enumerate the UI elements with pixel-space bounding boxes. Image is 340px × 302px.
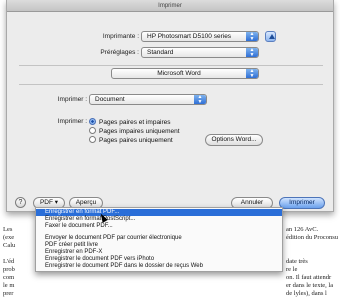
menu-item-save-postscript[interactable]: Enregistrer en format PostScript... [36, 216, 282, 223]
pdf-dropdown-menu: Enregistrer en format PDF... Enregistrer… [35, 207, 283, 272]
radio-selected-icon [89, 118, 96, 125]
doc-left-line: Calu [3, 242, 16, 249]
doc-left-line: L'éd [3, 258, 15, 265]
doc-right-line: on. Il faut attendr [286, 274, 332, 281]
printer-popup-value: HP Photosmart D5100 series [147, 33, 232, 40]
doc-left-line: (exe [3, 234, 15, 241]
radio-label: Pages paires et impaires [99, 119, 171, 126]
word-options-button[interactable]: Options Word... [205, 134, 263, 146]
doc-left-line: prob [3, 266, 15, 273]
doc-left-line: prer [3, 290, 14, 297]
radio-icon [89, 136, 96, 143]
menu-item-email-pdf[interactable]: Envoyer le document PDF par courrier éle… [36, 235, 282, 242]
app-settings-popup[interactable]: Microsoft Word ▲ ▼ [111, 68, 259, 79]
doc-right-line: er dans le texte, la [286, 282, 334, 289]
presets-popup[interactable]: Standard ▲ ▼ [141, 47, 259, 58]
presets-label: Préréglages : [100, 49, 139, 56]
printer-disclosure-button[interactable] [265, 31, 276, 42]
popup-arrows-icon: ▲ ▼ [246, 48, 258, 57]
doc-left-line: le m [3, 282, 15, 289]
doc-right-line: an 126 AvC. [286, 226, 319, 233]
print-what-popup[interactable]: Document ▲ ▼ [89, 94, 207, 105]
radio-odd-even[interactable]: Pages paires et impaires [89, 118, 171, 126]
menu-item-save-pdf[interactable]: Enregistrer en format PDF... [36, 209, 282, 216]
doc-right-line: édition du Proconsu [286, 234, 338, 241]
radio-label: Pages impaires uniquement [99, 128, 180, 135]
menu-item-save-web-receipts[interactable]: Enregistrer le document PDF dans le doss… [36, 263, 282, 270]
disclosure-triangle-icon [269, 34, 275, 39]
print-what-value: Document [95, 96, 125, 103]
print-dialog-sheet: Imprimer Imprimante : HP Photosmart D510… [6, 0, 334, 212]
menu-item-save-iphoto[interactable]: Enregistrer le document PDF vers iPhoto [36, 256, 282, 263]
doc-right-line: re le [286, 266, 298, 273]
doc-left-line: com [3, 274, 15, 281]
doc-right-line: de lyles), dans l [286, 290, 327, 297]
separator [19, 84, 323, 85]
popup-arrows-icon: ▲ ▼ [194, 95, 206, 104]
separator [19, 65, 323, 66]
app-settings-value: Microsoft Word [157, 70, 201, 77]
menu-item-save-pdfx[interactable]: Enregistrer en PDF-X [36, 249, 282, 256]
printer-label: Imprimante : [102, 33, 139, 40]
radio-label: Pages paires uniquement [99, 137, 173, 144]
radio-icon [89, 127, 96, 134]
dialog-title: Imprimer [7, 0, 333, 12]
print-what-label: Imprimer : [57, 96, 87, 103]
presets-popup-value: Standard [147, 49, 174, 56]
popup-arrows-icon: ▲ ▼ [246, 32, 258, 41]
popup-arrows-icon: ▲ ▼ [246, 69, 258, 78]
pages-label: Imprimer : [57, 118, 87, 125]
printer-popup[interactable]: HP Photosmart D5100 series ▲ ▼ [141, 31, 259, 42]
menu-item-fax-pdf[interactable]: Faxer le document PDF... [36, 223, 282, 230]
doc-right-line: date très [286, 258, 308, 265]
menu-item-pdf-booklet[interactable]: PDF créer petit livre [36, 242, 282, 249]
help-button[interactable]: ? [15, 197, 26, 208]
doc-left-line: Les [3, 226, 13, 233]
print-button[interactable]: Imprimer [279, 197, 325, 209]
radio-odd-only[interactable]: Pages impaires uniquement [89, 127, 180, 135]
radio-even-only[interactable]: Pages paires uniquement [89, 136, 173, 144]
